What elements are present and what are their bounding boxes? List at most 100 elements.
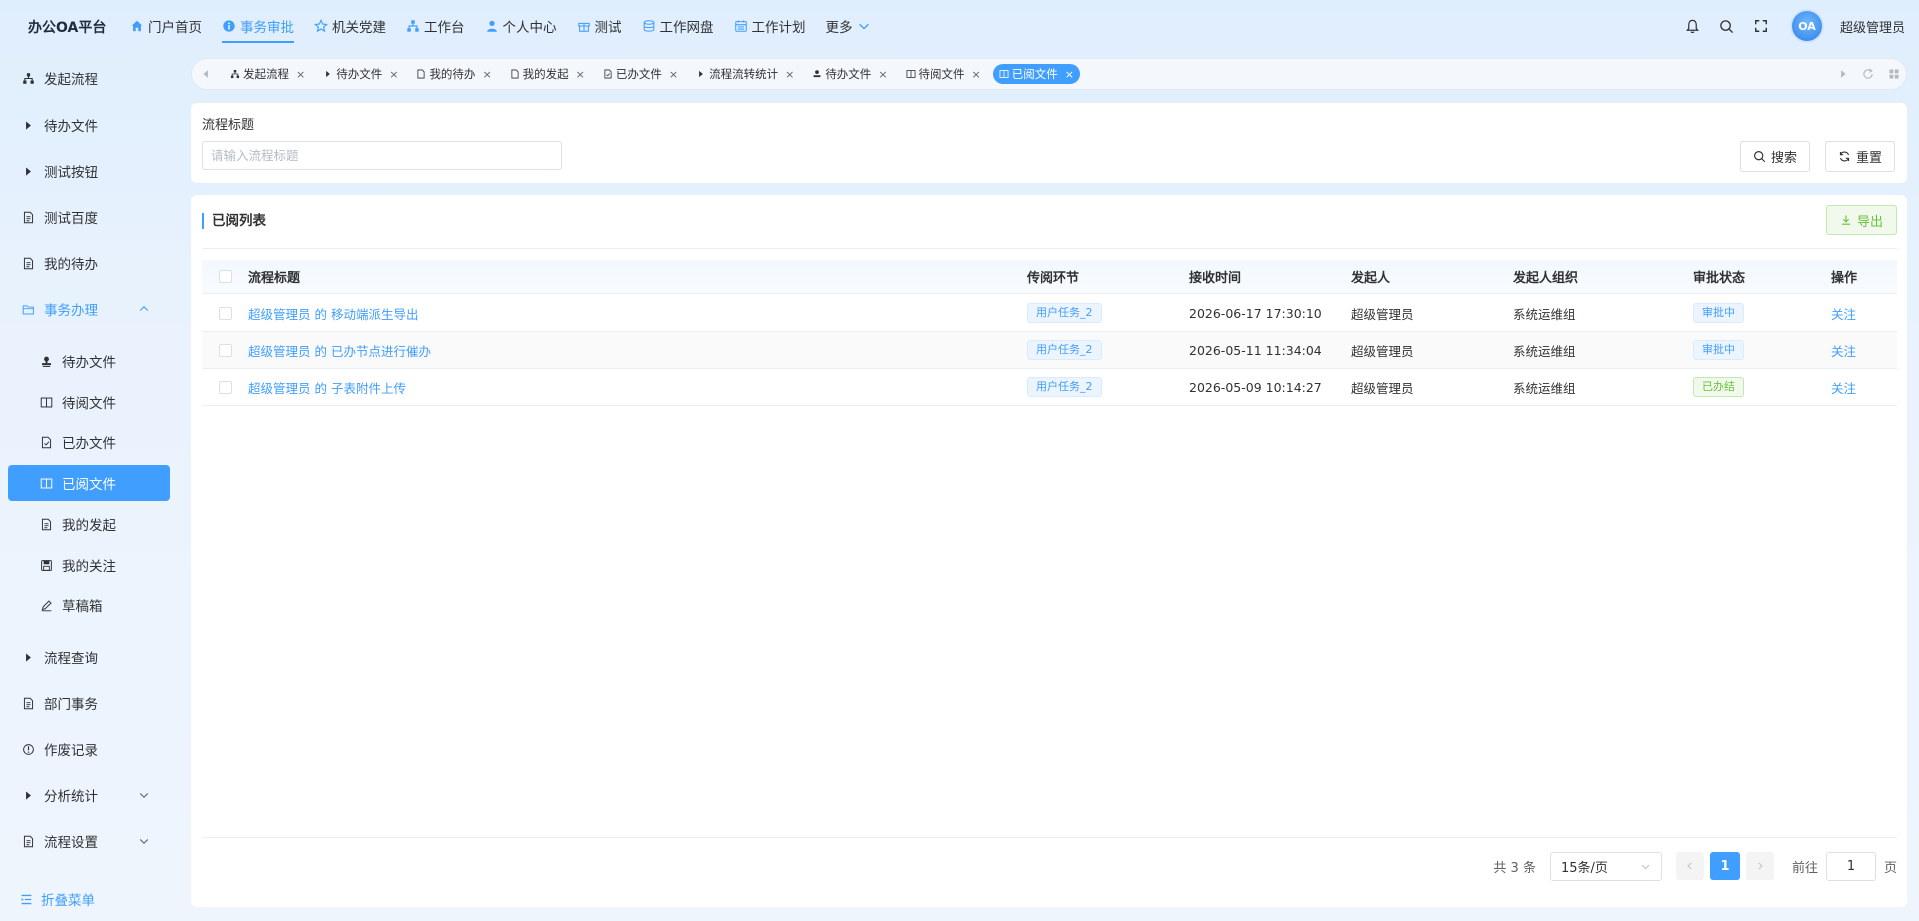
nav-item-more[interactable]: 更多 (816, 0, 881, 52)
collapse-menu-button[interactable]: 折叠菜单 (8, 889, 95, 909)
nav-item-personal[interactable]: 个人中心 (475, 0, 567, 52)
nav-item-label: 工作网盘 (659, 20, 714, 36)
org-tree-icon (20, 72, 36, 85)
sidebar-item-label: 我的发起 (62, 518, 116, 534)
sidebar-item-read[interactable]: 已阅文件 (8, 465, 170, 501)
bell-icon[interactable] (1676, 19, 1710, 34)
nav-item-party[interactable]: 机关党建 (304, 0, 396, 52)
sidebar-item-drafts[interactable]: 草稿箱 (8, 587, 170, 623)
close-icon[interactable]: × (1065, 68, 1074, 81)
stamp-icon (812, 69, 822, 79)
row-title-link[interactable]: 超级管理员 的 移动端派生导出 (248, 304, 1027, 323)
sidebar-item-affairs[interactable]: 事务办理 (8, 291, 170, 327)
nav-item-workbench[interactable]: 工作台 (396, 0, 475, 52)
column-header-title: 流程标题 (248, 271, 301, 286)
page-number-current[interactable]: 1 (1709, 852, 1740, 880)
tab-done-files[interactable]: 已办文件 × (597, 64, 684, 84)
close-icon[interactable]: × (389, 68, 398, 81)
sidebar-item-test-baidu[interactable]: 测试百度 (8, 199, 170, 235)
next-page-button[interactable] (1745, 852, 1774, 880)
tab-todo-files[interactable]: 待办文件 × (317, 64, 404, 84)
page-size-select[interactable]: 15条/页 (1549, 851, 1662, 881)
sidebar-item-flow-query[interactable]: 流程查询 (8, 639, 170, 675)
row-time: 2026-05-11 11:34:04 (1189, 342, 1322, 358)
user-name[interactable]: 超级管理员 (1840, 17, 1905, 36)
nav-item-home[interactable]: 门户首页 (120, 0, 212, 52)
row-status-cell: 审批中 (1693, 303, 1831, 323)
tab-my-started[interactable]: 我的发起 × (504, 64, 591, 84)
sidebar-item-start-flow[interactable]: 发起流程 (8, 60, 170, 96)
close-icon[interactable]: × (878, 68, 887, 81)
sidebar-item-void-records[interactable]: 作废记录 (8, 731, 170, 767)
table-row: 超级管理员 的 已办节点进行催办 用户任务_2 2026-05-11 11:34… (202, 332, 1897, 369)
tab-to-read[interactable]: 待阅文件 × (900, 64, 987, 84)
tabs-scroll-left-icon[interactable] (192, 69, 220, 79)
sidebar-item-my-started[interactable]: 我的发起 (8, 506, 170, 542)
status-badge: 审批中 (1693, 340, 1744, 360)
goto-unit: 页 (1883, 860, 1897, 876)
flow-title-input[interactable] (202, 141, 562, 170)
grid-icon[interactable] (1888, 68, 1900, 80)
row-checkbox[interactable] (218, 343, 232, 357)
row-checkbox[interactable] (218, 380, 232, 394)
step-tag: 用户任务_2 (1027, 303, 1102, 323)
tab-todo-files-2[interactable]: 待办文件 × (806, 64, 893, 84)
sidebar-item-done[interactable]: 已办文件 (8, 424, 170, 460)
tab-start-flow[interactable]: 发起流程 × (224, 64, 311, 84)
search-icon[interactable] (1710, 19, 1744, 34)
sidebar-item-my-follow[interactable]: 我的关注 (8, 547, 170, 583)
fullscreen-icon[interactable] (1744, 19, 1778, 33)
search-button[interactable]: 搜索 (1740, 141, 1811, 172)
row-title-link[interactable]: 超级管理员 的 子表附件上传 (248, 378, 1027, 397)
avatar[interactable]: OA (1789, 9, 1824, 43)
nav-item-approval[interactable]: 事务审批 (212, 0, 304, 52)
caret-right-icon (20, 789, 36, 802)
row-initiator: 超级管理员 (1351, 380, 1414, 396)
nav-item-netdisk[interactable]: 工作网盘 (632, 0, 724, 52)
tabs-scroll-right-icon[interactable] (1838, 69, 1848, 79)
tab-label: 待阅文件 (918, 67, 965, 81)
close-icon[interactable]: × (482, 68, 491, 81)
export-button[interactable]: 导出 (1825, 205, 1897, 235)
close-icon[interactable]: × (296, 68, 305, 81)
doc-check-icon (38, 436, 54, 449)
sidebar-item-todo-files[interactable]: 待办文件 (8, 343, 170, 379)
caret-right-icon (696, 69, 706, 79)
nav-item-plan[interactable]: 工作计划 (724, 0, 816, 52)
nav-item-test[interactable]: 测试 (567, 0, 632, 52)
sidebar-item-todo[interactable]: 待办文件 (8, 107, 170, 143)
sidebar-item-label: 测试百度 (44, 211, 98, 227)
row-step-cell: 用户任务_2 (1027, 377, 1189, 397)
row-initiator: 超级管理员 (1351, 343, 1414, 359)
close-icon[interactable]: × (669, 68, 678, 81)
menu-fold-icon (20, 893, 33, 906)
reset-button[interactable]: 重置 (1825, 141, 1896, 172)
gift-icon (577, 19, 591, 33)
close-icon[interactable]: × (785, 68, 794, 81)
sidebar-item-test-button[interactable]: 测试按钮 (8, 153, 170, 189)
follow-link[interactable]: 关注 (1831, 378, 1897, 397)
save-icon (38, 559, 54, 572)
row-title-link[interactable]: 超级管理员 的 已办节点进行催办 (248, 341, 1027, 360)
tab-flow-stats[interactable]: 流程流转统计 × (690, 64, 800, 84)
table-header: 流程标题 传阅环节 接收时间 发起人 发起人组织 审批状态 操作 (202, 260, 1897, 294)
prev-page-button[interactable] (1675, 852, 1704, 880)
refresh-icon[interactable] (1862, 68, 1874, 80)
follow-link[interactable]: 关注 (1831, 341, 1897, 360)
sidebar-item-flow-settings[interactable]: 流程设置 (8, 823, 170, 859)
select-all-checkbox[interactable] (218, 270, 232, 283)
sidebar-item-to-read[interactable]: 待阅文件 (8, 384, 170, 420)
sidebar-item-dept-affairs[interactable]: 部门事务 (8, 685, 170, 721)
close-icon[interactable]: × (972, 68, 981, 81)
goto-page-input[interactable] (1825, 851, 1876, 881)
close-icon[interactable]: × (576, 68, 585, 81)
sidebar-item-my-todo[interactable]: 我的待办 (8, 245, 170, 281)
follow-link[interactable]: 关注 (1831, 304, 1897, 323)
nav-item-label: 工作计划 (751, 20, 806, 36)
sidebar-item-label: 部门事务 (44, 697, 98, 713)
caret-right-icon (20, 165, 36, 178)
tab-my-todo[interactable]: 我的待办 × (410, 64, 497, 84)
row-checkbox[interactable] (218, 306, 232, 320)
tab-read[interactable]: 已阅文件 × (992, 64, 1080, 84)
sidebar-item-analytics[interactable]: 分析统计 (8, 777, 170, 813)
